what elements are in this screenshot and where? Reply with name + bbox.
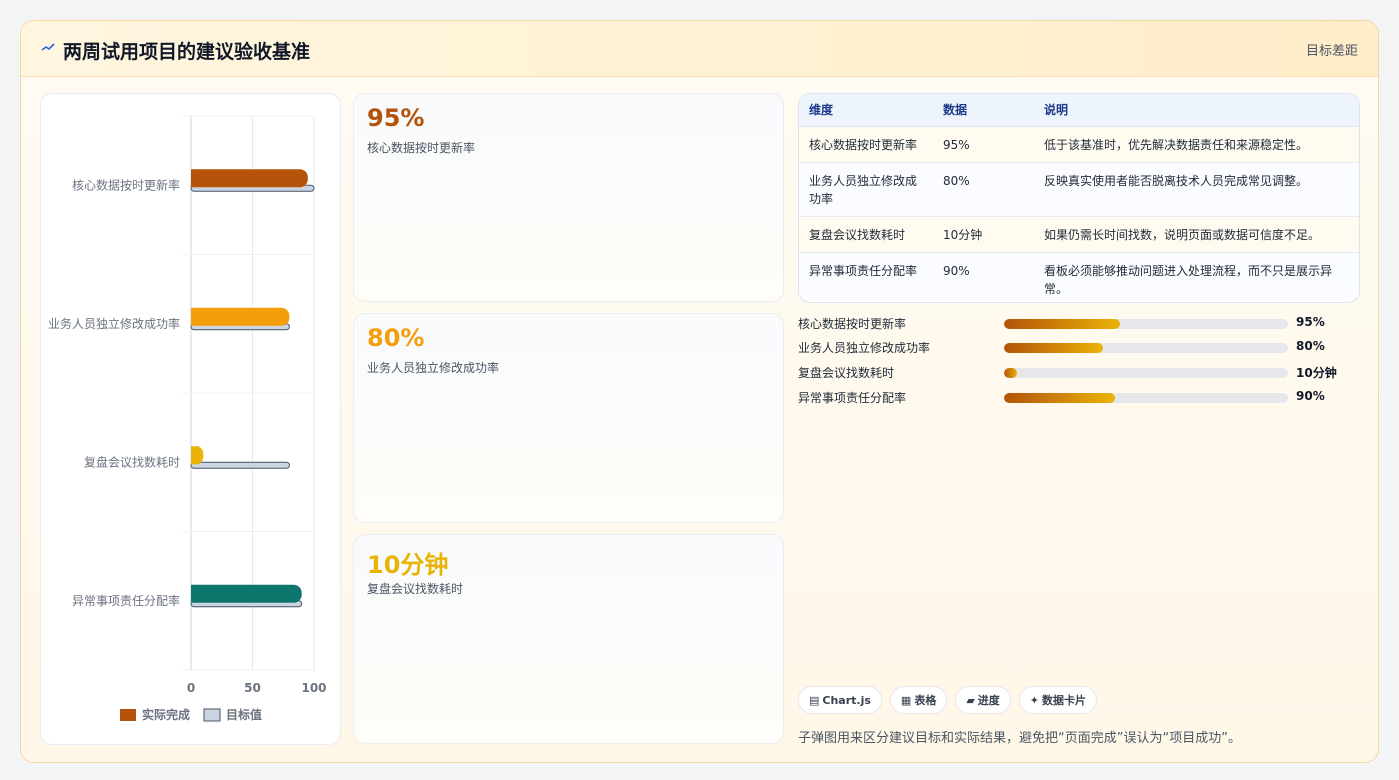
legend-swatch: [120, 709, 136, 721]
category-label: 异常事项责任分配率: [72, 593, 180, 608]
table-cell: 业务人员独立修改成功率: [799, 162, 933, 217]
table-row: 异常事项责任分配率 90% 看板必须能够推动问题进入处理流程，而不只是展示异常。: [799, 252, 1359, 302]
progress-value: 90%: [1296, 389, 1325, 403]
progress-row: 复盘会议找数耗时 10分钟: [798, 364, 1358, 382]
legend-label: 目标值: [226, 707, 262, 722]
benchmark-card: 两周试用项目的建议验收基准 目标差距 核心数据按时更新率 业务人员独立修改成功率复…: [20, 20, 1379, 763]
trend-icon: [41, 43, 55, 51]
bullet-chart: 核心数据按时更新率业务人员独立修改成功率复盘会议找数耗时异常事项责任分配率 0 50…: [48, 115, 327, 722]
chart-icon: ▤: [809, 693, 820, 707]
actual-bar: [191, 169, 308, 188]
stat-value: 95%: [367, 104, 425, 132]
progress-fill: [1004, 319, 1121, 329]
progress-fill: [1004, 368, 1017, 378]
tech-chips: ▤ Chart.js ▦ 表格 ▰ 进度 ✦ 数据卡片: [798, 686, 1098, 714]
stat-card-1: 95% 核心数据按时更新率: [353, 93, 784, 302]
target-gap-link[interactable]: 目标差距: [1306, 40, 1358, 59]
actual-bar-edge: [191, 307, 199, 326]
progress-row: 业务人员独立修改成功率 80%: [798, 339, 1358, 357]
table-cell: 10分钟: [933, 216, 1034, 253]
progress-label: 异常事项责任分配率: [798, 391, 907, 405]
stat-value: 80%: [367, 324, 425, 352]
progress-row: 异常事项责任分配率 90%: [798, 389, 1358, 407]
column-header: 维度: [799, 94, 933, 127]
progress-label: 核心数据按时更新率: [798, 317, 907, 331]
stat-label: 复盘会议找数耗时: [367, 582, 464, 596]
table-row: 复盘会议找数耗时 10分钟 如果仍需长时间找数，说明页面或数据可信度不足。: [799, 216, 1359, 253]
table-cell: 如果仍需长时间找数，说明页面或数据可信度不足。: [1034, 216, 1359, 253]
progress-label: 复盘会议找数耗时: [798, 366, 895, 380]
tick-label: 100: [301, 681, 326, 695]
chip-label: 数据卡片: [1042, 694, 1087, 707]
table-cell: 反映真实使用者能否脱离技术人员完成常见调整。: [1034, 162, 1359, 217]
category-label: 业务人员独立修改成功率: [48, 316, 180, 331]
progress-track: [1004, 393, 1288, 403]
data-card-icon: ✦: [1029, 693, 1040, 707]
column-header: 数据: [933, 94, 1034, 127]
progress-track: [1004, 343, 1288, 353]
progress-fill: [1004, 393, 1115, 403]
progress-value: 10分钟: [1296, 366, 1337, 380]
progress-value: 80%: [1296, 339, 1325, 353]
table-cell: 核心数据按时更新率: [799, 126, 933, 163]
table-header-row: 维度 数据 说明: [799, 94, 1359, 127]
page-title: 两周试用项目的建议验收基准: [63, 41, 311, 63]
progress-row: 核心数据按时更新率 95%: [798, 315, 1358, 333]
stat-card-2: 80% 业务人员独立修改成功率: [353, 313, 784, 523]
stat-card-3: 10分钟 复盘会议找数耗时: [353, 534, 784, 744]
stat-label: 业务人员独立修改成功率: [367, 361, 500, 375]
table-row: 核心数据按时更新率 95% 低于该基准时，优先解决数据责任和来源稳定性。: [799, 126, 1359, 163]
legend-swatch: [203, 708, 221, 722]
table-cell: 复盘会议找数耗时: [799, 216, 933, 253]
actual-bar-edge: [191, 446, 199, 465]
chip-progress[interactable]: ▰ 进度: [955, 686, 1011, 714]
actual-bar-edge: [191, 169, 199, 188]
progress-label: 业务人员独立修改成功率: [798, 341, 931, 355]
table-icon: ▦: [900, 693, 912, 707]
actual-bar: [191, 307, 290, 326]
table-cell: 80%: [933, 162, 1034, 217]
table-cell: 95%: [933, 126, 1034, 163]
progress-track: [1004, 368, 1288, 378]
actual-bar: [191, 584, 302, 603]
category-label: 复盘会议找数耗时: [84, 454, 180, 469]
table-row: 业务人员独立修改成功率 80% 反映真实使用者能否脱离技术人员完成常见调整。: [799, 162, 1359, 217]
benchmark-table: 维度 数据 说明 核心数据按时更新率 95% 低于该基准时，优先解决数据责任和来…: [798, 93, 1360, 303]
progress-track: [1004, 319, 1288, 329]
category-label: 核心数据按时更新率: [72, 177, 180, 192]
tick-label: 50: [244, 681, 261, 695]
progress-icon: ▰: [966, 693, 975, 707]
progress-value: 95%: [1296, 315, 1325, 329]
stat-value: 10分钟: [367, 551, 449, 579]
table-cell: 低于该基准时，优先解决数据责任和来源稳定性。: [1034, 126, 1359, 163]
table-cell: 异常事项责任分配率: [799, 252, 933, 302]
legend-label: 实际完成: [142, 707, 190, 722]
column-header: 说明: [1034, 94, 1359, 127]
table-cell: 90%: [933, 252, 1034, 302]
chip-label: 表格: [914, 694, 937, 707]
tick-label: 0: [187, 681, 195, 695]
progress-fill: [1004, 343, 1104, 353]
chip-label: Chart.js: [822, 693, 871, 707]
actual-bar-edge: [191, 584, 199, 603]
table-cell: 看板必须能够推动问题进入处理流程，而不只是展示异常。: [1034, 252, 1359, 302]
bullet-chart-panel: 核心数据按时更新率业务人员独立修改成功率复盘会议找数耗时异常事项责任分配率 0 50…: [40, 93, 341, 745]
chip-table[interactable]: ▦ 表格: [889, 686, 948, 714]
card-header: 两周试用项目的建议验收基准 目标差距: [21, 21, 1378, 77]
chip-data-card[interactable]: ✦ 数据卡片: [1018, 686, 1098, 714]
stat-label: 核心数据按时更新率: [367, 141, 476, 155]
target-bar: [190, 461, 290, 469]
chip-chartjs[interactable]: ▤ Chart.js: [798, 686, 882, 714]
chip-label: 进度: [977, 694, 1000, 707]
footnote: 子弹图用来区分建议目标和实际结果，避免把“页面完成”误认为“项目成功”。: [798, 731, 1241, 746]
